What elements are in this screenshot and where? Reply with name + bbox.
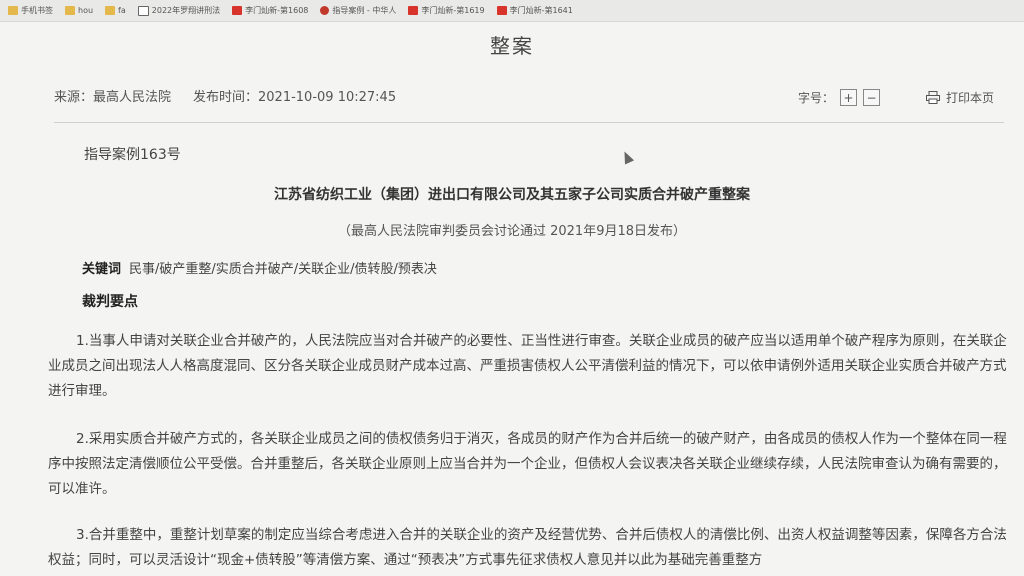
- circle-icon: [320, 6, 330, 15]
- bookmark-item[interactable]: 李门灿新-第1619: [404, 5, 492, 16]
- bookmark-label: fa: [118, 6, 126, 15]
- folder-icon: [8, 6, 18, 15]
- bookmark-label: 2022年罗翔讲刑法: [151, 6, 221, 15]
- red-icon: [232, 6, 243, 15]
- toolbar: 字号： + − 打印本页: [798, 89, 994, 106]
- mouse-cursor-icon: [619, 149, 635, 165]
- bookmark-label: 指导案例 - 中华人: [332, 6, 397, 15]
- case-subtitle: （最高人民法院审判委员会讨论通过 2021年9月18日发布）: [337, 224, 687, 239]
- calendar-icon: [137, 5, 149, 16]
- page-title: 整案: [490, 34, 534, 58]
- bookmark-item[interactable]: fa: [101, 6, 134, 15]
- article-meta: 来源：最高人民法院 发布时间：2021-10-09 10:27:45: [54, 86, 396, 105]
- bookmark-item[interactable]: 李门灿新-第1641: [493, 5, 581, 16]
- paragraph: 3.合并重整中，重整计划草案的制定应当综合考虑进入合并的关联企业的资产及经营优势…: [48, 527, 1007, 568]
- paragraph: 2.采用实质合并破产方式的，各关联企业成员之间的债权债务归于消灭，各成员的财产作…: [48, 431, 1007, 497]
- case-number: 指导案例163号: [84, 147, 181, 163]
- bookmark-label: 李门灿新-第1619: [421, 6, 485, 15]
- keywords-line: 关键词 民事/破产重整/实质合并破产/关联企业/债转股/预表决: [82, 258, 437, 277]
- red-icon: [408, 6, 419, 15]
- source-label: 来源：最高人民法院: [54, 90, 172, 105]
- header-divider: [54, 122, 1004, 123]
- keywords-text: 民事/破产重整/实质合并破产/关联企业/债转股/预表决: [129, 262, 437, 277]
- bookmark-item[interactable]: 2022年罗翔讲刑法: [134, 5, 228, 16]
- bookmark-label: 手机书签: [21, 6, 53, 15]
- font-size-label: 字号：: [798, 91, 835, 105]
- red-icon: [496, 6, 507, 15]
- print-label: 打印本页: [946, 91, 995, 105]
- section-heading: 裁判要点: [82, 294, 138, 310]
- bookmark-item[interactable]: 指导案例 - 中华人: [316, 5, 404, 16]
- keywords-label: 关键词: [82, 262, 122, 277]
- bookmark-item[interactable]: 李门灿新-第1608: [228, 5, 316, 16]
- folder-icon: [65, 6, 75, 15]
- bookmark-item[interactable]: hou: [61, 6, 101, 15]
- print-button[interactable]: 打印本页: [926, 89, 994, 106]
- publish-time: 发布时间：2021-10-09 10:27:45: [193, 90, 397, 105]
- font-increase-button[interactable]: +: [840, 89, 858, 106]
- bookmarks-bar: 手机书签 hou fa 2022年罗翔讲刑法 李门灿新-第1608 指导案例 -…: [0, 0, 1024, 22]
- printer-icon: [926, 91, 941, 104]
- bookmark-label: 李门灿新-第1608: [245, 6, 309, 15]
- case-title: 江苏省纺织工业（集团）进出口有限公司及其五家子公司实质合并破产重整案: [274, 187, 750, 203]
- bookmark-item[interactable]: 手机书签: [4, 5, 61, 16]
- bookmark-label: 李门灿新-第1641: [509, 6, 573, 15]
- paragraph: 1.当事人申请对关联企业合并破产的，人民法院应当对合并破产的必要性、正当性进行审…: [48, 333, 1007, 399]
- folder-icon: [105, 6, 116, 15]
- font-decrease-button[interactable]: −: [863, 89, 881, 106]
- bookmark-label: hou: [78, 6, 94, 15]
